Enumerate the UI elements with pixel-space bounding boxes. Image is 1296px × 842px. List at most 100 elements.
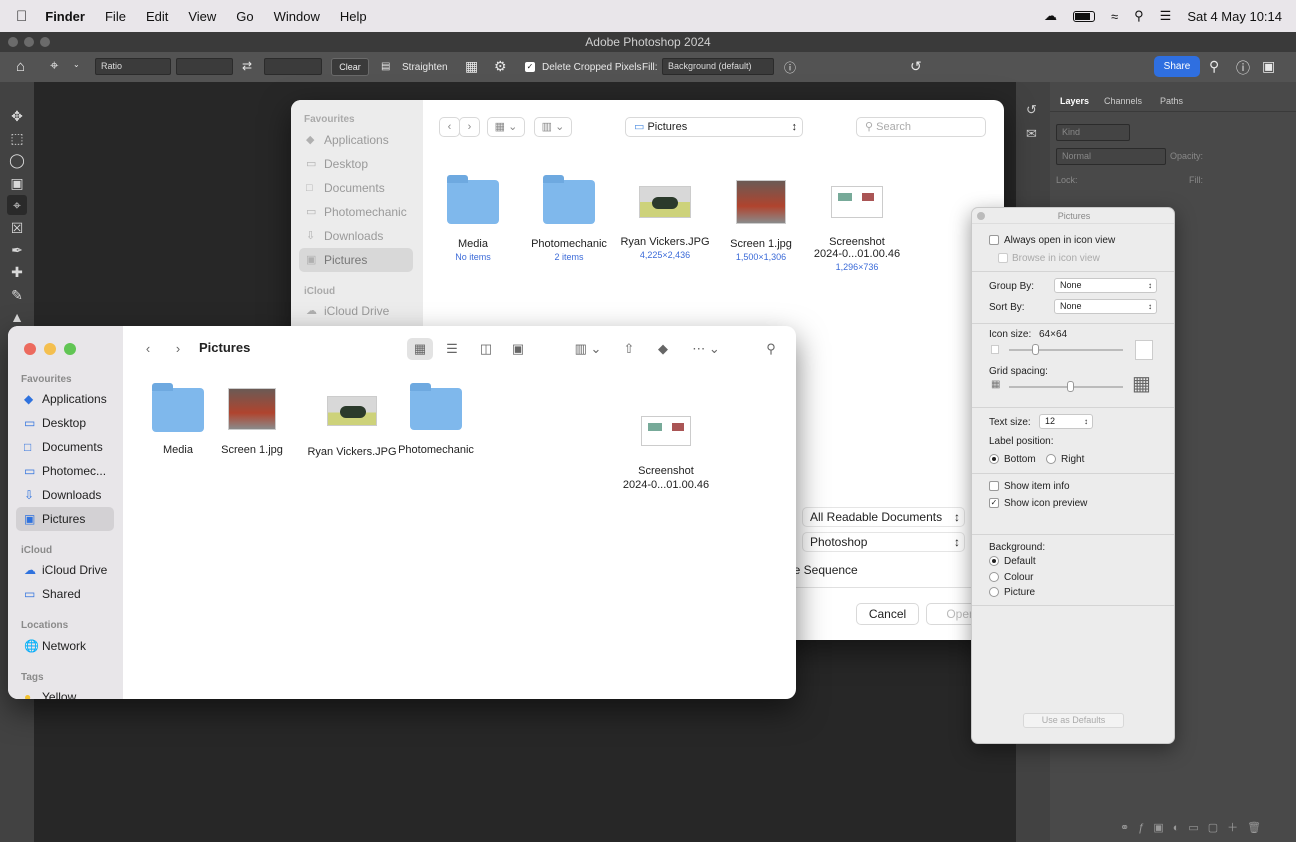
- grid-spacing-slider[interactable]: [1009, 386, 1123, 388]
- lasso-tool-icon[interactable]: ◯: [7, 150, 27, 170]
- gear-icon[interactable]: ⚙: [494, 58, 507, 75]
- search-icon[interactable]: ⚲: [1209, 58, 1219, 75]
- crop-tool-icon[interactable]: ⌖: [50, 57, 58, 74]
- tab-paths[interactable]: Paths: [1160, 96, 1183, 106]
- gallery-view-button[interactable]: ▣: [506, 338, 530, 360]
- location-popup[interactable]: ▭ Pictures ↕: [625, 117, 803, 137]
- group-by-select[interactable]: None: [1054, 278, 1157, 293]
- enable-select[interactable]: All Readable Documents ↕: [802, 507, 965, 527]
- tab-channels[interactable]: Channels: [1104, 96, 1142, 106]
- crop-tool-icon[interactable]: ⌖: [7, 195, 27, 215]
- menu-help[interactable]: Help: [340, 9, 367, 24]
- sidebar-item-icloud-drive[interactable]: ☁ iCloud Drive: [299, 299, 413, 323]
- menu-window[interactable]: Window: [274, 9, 320, 24]
- eyedropper-icon[interactable]: ✒: [7, 240, 27, 260]
- width-input[interactable]: [176, 58, 233, 75]
- control-center-icon[interactable]: ☰: [1160, 8, 1172, 24]
- share-button[interactable]: Share: [1154, 56, 1200, 77]
- menu-edit[interactable]: Edit: [146, 9, 168, 24]
- back-button[interactable]: ‹: [140, 338, 156, 360]
- file-item-media[interactable]: Media: [148, 383, 208, 456]
- spotlight-search-icon[interactable]: ⚲: [1134, 8, 1144, 24]
- minimize-button[interactable]: [24, 37, 34, 47]
- stamp-tool-icon[interactable]: ▲: [7, 307, 27, 327]
- file-item-photomechanic[interactable]: Photomechanic: [396, 383, 476, 456]
- blend-mode-select[interactable]: Normal: [1056, 148, 1166, 165]
- height-input[interactable]: [264, 58, 322, 75]
- sidebar-item-desktop[interactable]: ▭ Desktop: [16, 411, 114, 435]
- sidebar-item-documents[interactable]: □ Documents: [299, 176, 413, 200]
- sidebar-item-pictures[interactable]: ▣ Pictures: [16, 507, 114, 531]
- bg-default-radio[interactable]: [989, 556, 999, 566]
- sidebar-item-network[interactable]: 🌐 Network: [16, 634, 114, 658]
- format-select[interactable]: Photoshop ↕: [802, 532, 965, 552]
- sidebar-item-applications[interactable]: ◆ Applications: [299, 128, 413, 152]
- ratio-select[interactable]: Ratio: [95, 58, 171, 75]
- slider-knob[interactable]: [1032, 344, 1039, 355]
- group-button[interactable]: ▥ ⌄: [534, 117, 572, 137]
- frame-tool-icon[interactable]: ☒: [7, 218, 27, 238]
- object-selection-icon[interactable]: ▣: [7, 173, 27, 193]
- clock[interactable]: Sat 4 May 10:14: [1187, 9, 1282, 24]
- straighten-icon[interactable]: ▤: [381, 61, 390, 72]
- sidebar-item-shared[interactable]: ▭ Shared: [16, 582, 114, 606]
- show-icon-preview-checkbox[interactable]: ✓: [989, 498, 999, 508]
- file-item-screenshot[interactable]: Screenshot 2024-0...01.00.46: [614, 416, 718, 492]
- search-input[interactable]: ⚲ Search: [856, 117, 986, 137]
- creative-cloud-icon[interactable]: ☁: [1044, 8, 1057, 24]
- fill-select[interactable]: Background (default): [662, 58, 774, 75]
- cancel-button[interactable]: Cancel: [856, 603, 919, 625]
- share-icon[interactable]: ⇧: [618, 338, 640, 360]
- menu-go[interactable]: Go: [236, 9, 253, 24]
- menu-app-name[interactable]: Finder: [45, 9, 85, 24]
- zoom-button[interactable]: [64, 343, 76, 355]
- file-item[interactable]: Photomechanic 2 items: [519, 175, 619, 262]
- bg-picture-radio[interactable]: [989, 587, 999, 597]
- help-icon[interactable]: ⓘ: [1236, 58, 1250, 78]
- icon-size-slider[interactable]: [1009, 349, 1123, 351]
- sort-by-select[interactable]: None: [1054, 299, 1157, 314]
- clear-button[interactable]: Clear: [331, 58, 369, 76]
- sidebar-item-photomechanic[interactable]: ▭ Photomechanic: [299, 200, 413, 224]
- file-item-ryan-vickers[interactable]: Ryan Vickers.JPG: [302, 396, 402, 458]
- close-button[interactable]: [24, 343, 36, 355]
- sidebar-item-pictures[interactable]: ▣ Pictures: [299, 248, 413, 272]
- straighten-button[interactable]: Straighten: [402, 62, 448, 73]
- marquee-tool-icon[interactable]: ⬚: [7, 128, 27, 148]
- chevron-down-icon[interactable]: ⌄: [73, 60, 80, 69]
- workspace-icon[interactable]: ▣: [1262, 58, 1275, 75]
- menu-file[interactable]: File: [105, 9, 126, 24]
- sidebar-item-icloud-drive[interactable]: ☁ iCloud Drive: [16, 558, 114, 582]
- close-button[interactable]: [977, 212, 985, 220]
- file-item[interactable]: Media No items: [423, 175, 523, 262]
- comments-icon[interactable]: ✉: [1026, 126, 1037, 142]
- file-item[interactable]: Screen 1.jpg 1,500×1,306: [711, 180, 811, 262]
- back-button[interactable]: ‹: [439, 117, 460, 137]
- bottom-radio[interactable]: [989, 454, 999, 464]
- forward-button[interactable]: ›: [170, 338, 186, 360]
- home-icon[interactable]: ⌂: [16, 58, 25, 75]
- show-item-info-checkbox[interactable]: [989, 481, 999, 491]
- always-open-checkbox[interactable]: [989, 235, 999, 245]
- more-actions-icon[interactable]: ⋯ ⌄: [688, 338, 724, 360]
- apple-icon[interactable]: : [16, 8, 27, 25]
- sidebar-item-tag-yellow[interactable]: ● Yellow: [16, 685, 114, 699]
- browse-checkbox[interactable]: [998, 253, 1008, 263]
- brush-tool-icon[interactable]: ✎: [7, 285, 27, 305]
- move-tool-icon[interactable]: ✥: [7, 106, 27, 126]
- forward-button[interactable]: ›: [459, 117, 480, 137]
- file-item[interactable]: Ryan Vickers.JPG 4,225×2,436: [615, 186, 715, 260]
- tab-layers[interactable]: Layers: [1060, 96, 1089, 106]
- kind-filter[interactable]: Kind: [1056, 124, 1130, 141]
- file-item-screen1[interactable]: Screen 1.jpg: [216, 388, 288, 456]
- sidebar-item-downloads[interactable]: ⇩ Downloads: [299, 224, 413, 248]
- bg-colour-radio[interactable]: [989, 572, 999, 582]
- icon-view-button[interactable]: ▦: [407, 338, 433, 360]
- info-icon[interactable]: ⓘ: [784, 59, 796, 76]
- file-item[interactable]: Screenshot 2024-0...01.00.46 1,296×736: [807, 186, 907, 272]
- group-button[interactable]: ▥ ⌄: [570, 338, 606, 360]
- minimize-button[interactable]: [44, 343, 56, 355]
- slider-knob[interactable]: [1067, 381, 1074, 392]
- grid-overlay-icon[interactable]: ▦: [465, 58, 478, 75]
- sidebar-item-photomechanic[interactable]: ▭ Photomec...: [16, 459, 114, 483]
